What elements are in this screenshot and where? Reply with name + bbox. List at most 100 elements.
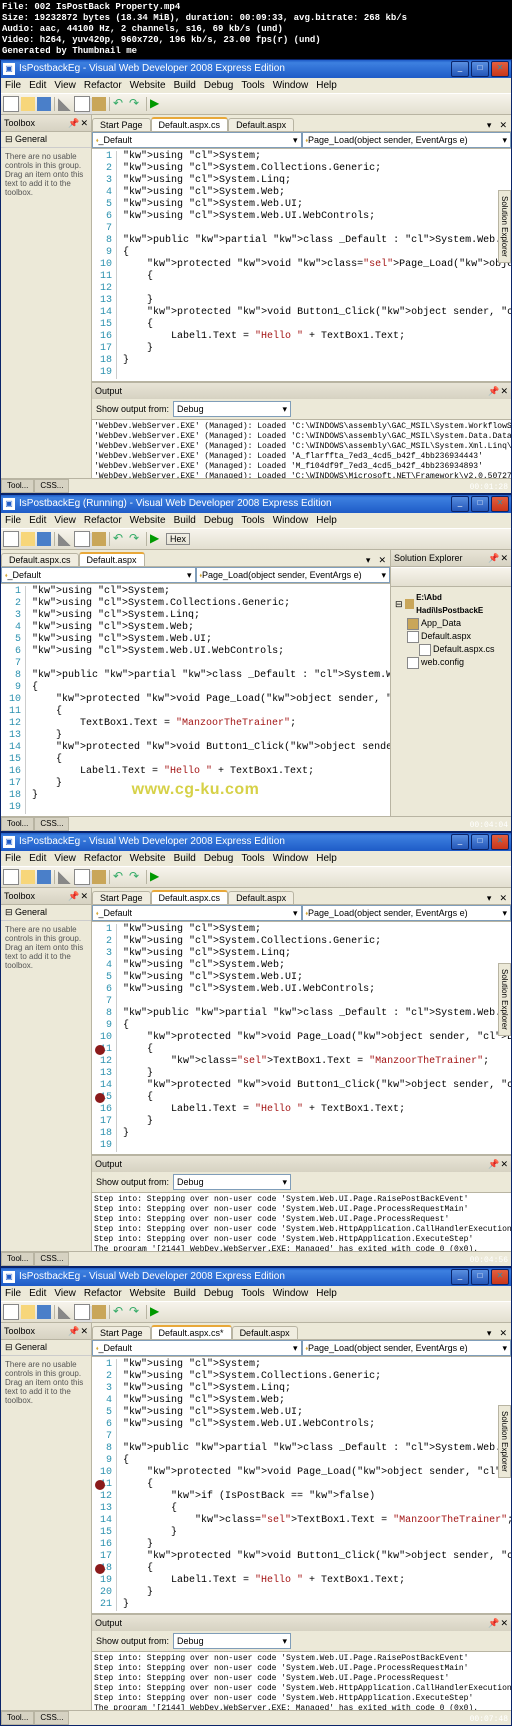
- member-dropdown[interactable]: ⬪ Page_Load(object sender, EventArgs e)▾: [302, 1340, 512, 1356]
- document-tab[interactable]: Default.aspx.cs: [151, 117, 229, 131]
- menu-item[interactable]: Window: [273, 80, 309, 91]
- window-titlebar[interactable]: ▣IsPostbackEg - Visual Web Developer 200…: [1, 833, 511, 851]
- menu-item[interactable]: Build: [174, 1288, 196, 1299]
- close-button[interactable]: ✕: [491, 61, 509, 77]
- cut-icon[interactable]: [58, 97, 72, 111]
- menu-item[interactable]: Refactor: [84, 853, 122, 864]
- member-dropdown[interactable]: ⬪ Page_Load(object sender, EventArgs e)▾: [302, 905, 512, 921]
- output-text[interactable]: Step into: Stepping over non-user code '…: [92, 1193, 511, 1251]
- menu-item[interactable]: Refactor: [84, 80, 122, 91]
- close-panel-icon[interactable]: ✕: [500, 1159, 508, 1170]
- menu-item[interactable]: Build: [174, 853, 196, 864]
- breakpoint-icon[interactable]: [95, 1564, 105, 1574]
- open-icon[interactable]: [21, 870, 35, 884]
- tab-close-icon[interactable]: ✕: [495, 893, 511, 904]
- close-button[interactable]: ✕: [491, 496, 509, 512]
- solution-explorer-tab[interactable]: Solution Explorer: [498, 963, 511, 1036]
- minimize-button[interactable]: _: [451, 61, 469, 77]
- undo-icon[interactable]: ↶: [113, 532, 127, 546]
- open-icon[interactable]: [21, 1305, 35, 1319]
- copy-icon[interactable]: [74, 531, 90, 547]
- menu-item[interactable]: Refactor: [84, 515, 122, 526]
- output-header[interactable]: Output📌✕: [92, 1615, 511, 1631]
- document-tab[interactable]: Start Page: [92, 118, 151, 131]
- menu-item[interactable]: Debug: [204, 1288, 233, 1299]
- hex-button[interactable]: Hex: [166, 533, 190, 545]
- maximize-button[interactable]: □: [471, 496, 489, 512]
- css-tab[interactable]: CSS...: [34, 1252, 69, 1266]
- output-text[interactable]: Step into: Stepping over non-user code '…: [92, 1652, 511, 1710]
- tree-root[interactable]: ⊟E:\Abd Hadi\IsPostbackE: [395, 591, 507, 617]
- menu-item[interactable]: View: [54, 515, 76, 526]
- close-panel-icon[interactable]: ✕: [500, 1618, 508, 1629]
- open-icon[interactable]: [21, 97, 35, 111]
- output-from-dropdown[interactable]: Debug▾: [173, 401, 291, 417]
- menu-item[interactable]: Website: [130, 1288, 166, 1299]
- tree-item[interactable]: web.config: [395, 656, 507, 669]
- toolbox-group[interactable]: ⊟ General: [1, 1340, 91, 1356]
- cut-icon[interactable]: [58, 1305, 72, 1319]
- code-editor[interactable]: 1"kw">using "cl">System;2"kw">using "cl"…: [92, 922, 511, 1154]
- window-titlebar[interactable]: ▣IsPostbackEg - Visual Web Developer 200…: [1, 1268, 511, 1286]
- copy-icon[interactable]: [74, 869, 90, 885]
- menu-item[interactable]: File: [5, 1288, 21, 1299]
- menu-item[interactable]: Help: [316, 515, 337, 526]
- menu-item[interactable]: Refactor: [84, 1288, 122, 1299]
- copy-icon[interactable]: [74, 96, 90, 112]
- redo-icon[interactable]: ↷: [129, 532, 143, 546]
- close-button[interactable]: ✕: [491, 1269, 509, 1285]
- close-panel-icon[interactable]: ✕: [80, 118, 88, 129]
- minimize-button[interactable]: _: [451, 1269, 469, 1285]
- class-dropdown[interactable]: ⬪ _Default▾: [92, 1340, 302, 1356]
- output-from-dropdown[interactable]: Debug▾: [173, 1174, 291, 1190]
- undo-icon[interactable]: ↶: [113, 97, 127, 111]
- toolbox-group[interactable]: ⊟ General: [1, 132, 91, 148]
- document-tab[interactable]: Default.aspx.cs: [1, 553, 79, 566]
- menu-item[interactable]: Help: [316, 1288, 337, 1299]
- solution-explorer-tab[interactable]: Solution Explorer: [498, 1405, 511, 1478]
- tool-tab[interactable]: Tool...: [1, 817, 34, 831]
- css-tab[interactable]: CSS...: [34, 1711, 69, 1725]
- toolbox-header[interactable]: Toolbox📌✕: [1, 115, 91, 132]
- menu-item[interactable]: Tools: [241, 80, 264, 91]
- menu-item[interactable]: Tools: [241, 515, 264, 526]
- tree-item[interactable]: App_Data: [395, 617, 507, 630]
- tree-item[interactable]: Default.aspx.cs: [395, 643, 507, 656]
- maximize-button[interactable]: □: [471, 1269, 489, 1285]
- paste-icon[interactable]: [92, 532, 106, 546]
- pin-icon[interactable]: 📌: [68, 1326, 79, 1337]
- redo-icon[interactable]: ↷: [129, 870, 143, 884]
- menu-item[interactable]: View: [54, 80, 76, 91]
- tool-tab[interactable]: Tool...: [1, 1252, 34, 1266]
- menu-item[interactable]: View: [54, 1288, 76, 1299]
- solution-tree[interactable]: ⊟E:\Abd Hadi\IsPostbackEApp_Data Default.…: [391, 587, 511, 673]
- window-titlebar[interactable]: ▣IsPostbackEg - Visual Web Developer 200…: [1, 60, 511, 78]
- member-dropdown[interactable]: ⬪ Page_Load(object sender, EventArgs e)▾: [302, 132, 512, 148]
- document-tab[interactable]: Start Page: [92, 1326, 151, 1339]
- paste-icon[interactable]: [92, 97, 106, 111]
- pin-icon[interactable]: 📌: [68, 891, 79, 902]
- menu-item[interactable]: Window: [273, 1288, 309, 1299]
- menu-item[interactable]: File: [5, 80, 21, 91]
- tab-close-icon[interactable]: ✕: [495, 1328, 511, 1339]
- document-tab[interactable]: Default.aspx: [228, 118, 294, 131]
- menu-item[interactable]: Build: [174, 515, 196, 526]
- document-tab[interactable]: Default.aspx: [79, 552, 145, 566]
- breakpoint-icon[interactable]: [95, 1093, 105, 1103]
- pin-icon[interactable]: 📌: [488, 1159, 499, 1170]
- paste-icon[interactable]: [92, 870, 106, 884]
- document-tab[interactable]: Default.aspx.cs: [151, 890, 229, 904]
- solution-explorer-tab[interactable]: Solution Explorer: [498, 190, 511, 263]
- solution-explorer-header[interactable]: Solution Explorer📌✕: [391, 550, 511, 567]
- breakpoint-icon[interactable]: [95, 1045, 105, 1055]
- close-panel-icon[interactable]: ✕: [80, 891, 88, 902]
- new-icon[interactable]: [3, 96, 19, 112]
- pin-icon[interactable]: 📌: [488, 553, 499, 564]
- document-tab[interactable]: Start Page: [92, 891, 151, 904]
- menu-item[interactable]: Edit: [29, 80, 46, 91]
- document-tab[interactable]: Default.aspx: [232, 1326, 298, 1339]
- menu-item[interactable]: Help: [316, 853, 337, 864]
- maximize-button[interactable]: □: [471, 834, 489, 850]
- menu-item[interactable]: File: [5, 515, 21, 526]
- tab-close-icon[interactable]: ✕: [374, 555, 390, 566]
